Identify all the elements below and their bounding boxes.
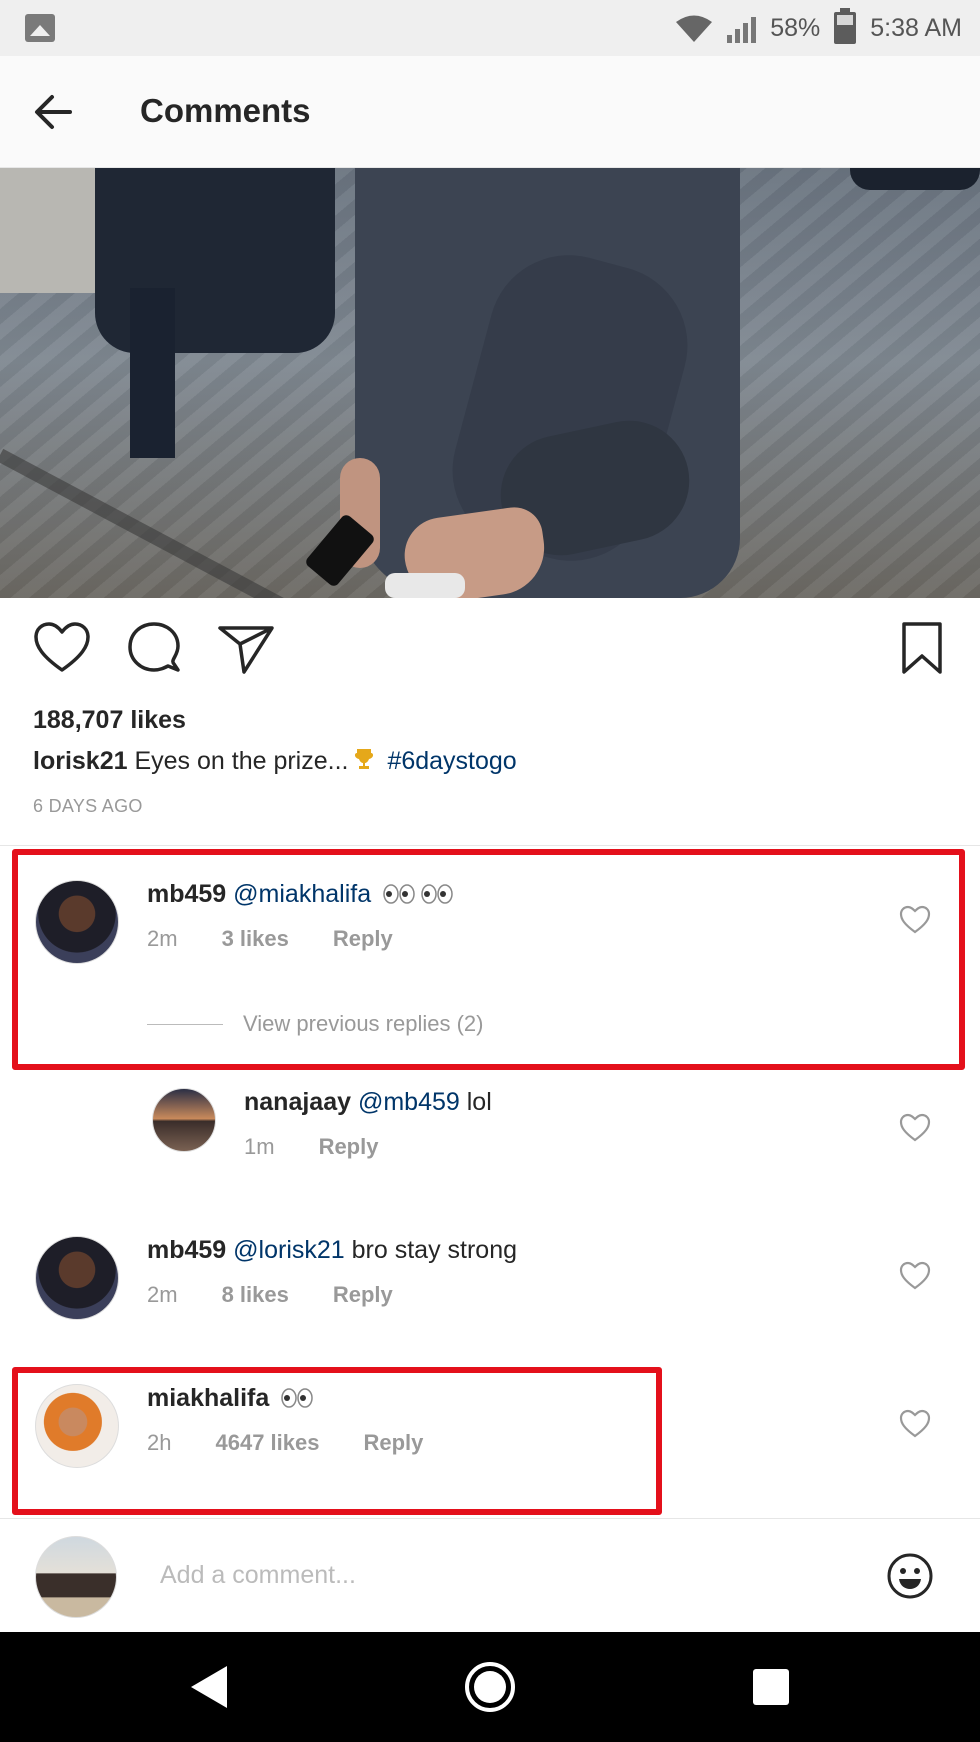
nav-recents-icon[interactable] (744, 1660, 798, 1714)
reply-button[interactable]: Reply (319, 1134, 379, 1160)
nav-home-icon[interactable] (463, 1660, 517, 1714)
comment-input[interactable] (160, 1551, 860, 1599)
comment-likes[interactable]: 4647 likes (215, 1430, 319, 1456)
comment-username[interactable]: nanajaay (244, 1088, 351, 1116)
comment-username[interactable]: mb459 (147, 1236, 226, 1264)
comment-meta: 1m Reply (244, 1134, 378, 1160)
comment-meta: 2h 4647 likes Reply (147, 1430, 423, 1456)
comment-username[interactable]: mb459 (147, 880, 226, 908)
comment-mention[interactable]: @miakhalifa (233, 880, 371, 908)
comment-text: miakhalifa (147, 1384, 314, 1413)
reply-button[interactable]: Reply (333, 926, 393, 952)
comment-time: 1m (244, 1134, 275, 1159)
post-actions (0, 620, 980, 680)
avatar[interactable] (35, 880, 119, 964)
reply-button[interactable]: Reply (363, 1430, 423, 1456)
comment-bubble-icon[interactable] (124, 620, 184, 676)
trophy-emoji-icon (355, 749, 374, 769)
caption-text: Eyes on the prize... (134, 747, 349, 775)
page-title: Comments (140, 92, 311, 129)
comment-body: lol (466, 1088, 492, 1116)
eyes-emoji-icon (281, 1388, 313, 1408)
comment-like-heart-icon[interactable] (898, 904, 932, 936)
comment-likes[interactable]: 8 likes (222, 1282, 289, 1308)
smiley-emoji-icon[interactable] (886, 1552, 934, 1600)
post-photo[interactable] (0, 168, 980, 598)
comment-text: mb459 @lorisk21 bro stay strong (147, 1236, 517, 1265)
comment-like-heart-icon[interactable] (898, 1112, 932, 1144)
share-send-icon[interactable] (216, 620, 276, 676)
comment-text: mb459 @miakhalifa (147, 880, 454, 909)
comment-likes[interactable]: 3 likes (222, 926, 289, 952)
nav-back-icon[interactable] (183, 1660, 237, 1714)
eyes-emoji-icon (421, 884, 453, 904)
like-heart-icon[interactable] (32, 620, 92, 676)
system-nav-bar (0, 1632, 980, 1742)
comment-text: nanajaay @mb459 lol (244, 1088, 492, 1117)
divider (147, 1023, 223, 1025)
avatar[interactable] (35, 1384, 119, 1468)
add-comment-bar (0, 1518, 980, 1632)
reply-button[interactable]: Reply (333, 1282, 393, 1308)
comment-like-heart-icon[interactable] (898, 1260, 932, 1292)
likes-count[interactable]: 188,707 likes (33, 706, 186, 735)
comment-meta: 2m 8 likes Reply (147, 1282, 393, 1308)
comment-time: 2m (147, 1282, 178, 1307)
view-previous-replies-label[interactable]: View previous replies (2) (243, 1011, 483, 1037)
post-timestamp: 6 DAYS AGO (33, 796, 143, 816)
back-arrow-icon[interactable] (30, 88, 80, 136)
comment-mention[interactable]: @lorisk21 (233, 1236, 345, 1264)
battery-percent: 58% (770, 13, 821, 42)
status-icons: 58% 5:38 AM (675, 8, 962, 46)
caption-username[interactable]: lorisk21 (33, 747, 128, 775)
comment-time: 2h (147, 1430, 172, 1455)
comment-meta: 2m 3 likes Reply (147, 926, 393, 952)
avatar[interactable] (152, 1088, 216, 1152)
view-previous-replies[interactable]: View previous replies (2) (147, 1011, 483, 1037)
status-bar: 58% 5:38 AM (0, 0, 980, 56)
current-user-avatar[interactable] (35, 1536, 117, 1618)
wifi-icon (676, 15, 713, 42)
clock: 5:38 AM (870, 13, 962, 42)
caption-hashtag[interactable]: #6daystogo (387, 747, 516, 775)
divider (0, 845, 980, 846)
eyes-emoji-icon (383, 884, 415, 904)
post-caption: lorisk21 Eyes on the prize... #6daystogo (33, 747, 517, 776)
comment-like-heart-icon[interactable] (898, 1408, 932, 1440)
comment-time: 2m (147, 926, 178, 951)
comment-username[interactable]: miakhalifa (147, 1384, 269, 1412)
cell-signal-icon (727, 13, 757, 43)
bookmark-save-icon[interactable] (892, 620, 952, 676)
avatar[interactable] (35, 1236, 119, 1320)
gallery-notification-icon (25, 14, 55, 42)
comment-body: bro stay strong (351, 1236, 518, 1264)
battery-icon (834, 8, 857, 44)
app-header: Comments (0, 56, 980, 168)
comment-mention[interactable]: @mb459 (358, 1088, 460, 1116)
